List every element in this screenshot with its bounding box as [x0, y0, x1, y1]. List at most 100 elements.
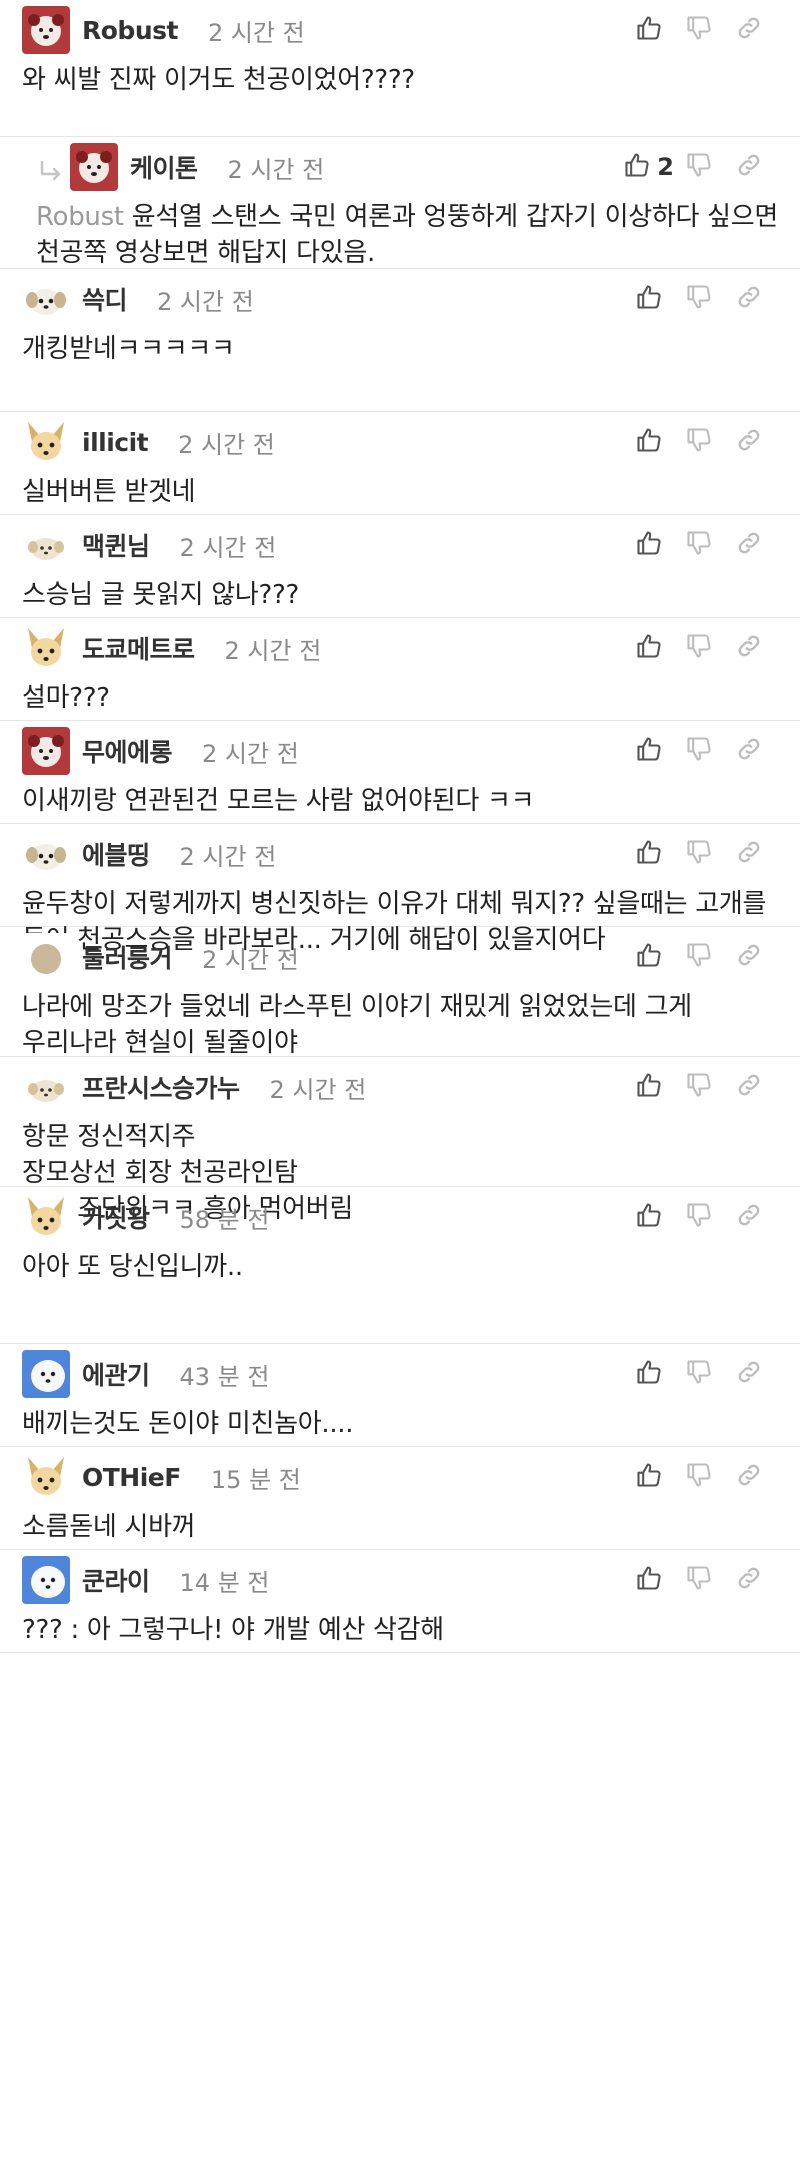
comment-nickname[interactable]: 쓱디: [82, 281, 128, 317]
like-button[interactable]: [624, 1352, 674, 1396]
comment-actions: [624, 824, 774, 884]
thumbs-up-icon: [635, 283, 663, 315]
avatar-puppy-icon[interactable]: [22, 275, 70, 323]
like-button[interactable]: [624, 420, 674, 464]
comment-nickname[interactable]: 툴러룽거: [82, 939, 173, 975]
share-link-button[interactable]: [724, 626, 774, 670]
dislike-button[interactable]: [674, 420, 724, 464]
share-link-button[interactable]: [724, 145, 774, 189]
like-button[interactable]: [624, 729, 674, 773]
comment-nickname[interactable]: 프란시스승가누: [82, 1069, 240, 1105]
comment-header: 맥퀸님 2 시간 전: [22, 515, 778, 575]
avatar-red-dog-icon[interactable]: [22, 727, 70, 775]
thumbs-down-icon: [685, 1461, 713, 1493]
like-button[interactable]: [624, 8, 674, 52]
like-button[interactable]: [624, 1065, 674, 1109]
like-button[interactable]: [624, 935, 674, 979]
share-link-button[interactable]: [724, 729, 774, 773]
comment-nickname[interactable]: 케이톤: [130, 149, 198, 185]
thumbs-up-icon: [635, 941, 663, 973]
dislike-button[interactable]: [674, 1455, 724, 1499]
comment-nickname[interactable]: 도쿄메트로: [82, 630, 195, 666]
like-button[interactable]: [624, 523, 674, 567]
comment-text: 설마???: [22, 683, 110, 713]
dislike-button[interactable]: [674, 8, 724, 52]
comment-actions: 2: [623, 137, 774, 197]
share-link-button[interactable]: [724, 8, 774, 52]
link-icon: [735, 283, 763, 315]
avatar-fox-dog-icon[interactable]: [22, 624, 70, 672]
avatar-circle-icon[interactable]: [22, 933, 70, 981]
thumbs-down-icon: [685, 632, 713, 664]
share-link-button[interactable]: [724, 935, 774, 979]
avatar-white-dog-icon[interactable]: [22, 1556, 70, 1604]
like-button[interactable]: 2: [623, 145, 674, 189]
comment-nickname[interactable]: 카짓왕: [82, 1199, 150, 1235]
thumbs-up-icon: [635, 529, 663, 561]
thumbs-down-icon: [685, 735, 713, 767]
share-link-button[interactable]: [724, 277, 774, 321]
dislike-button[interactable]: [674, 1352, 724, 1396]
like-button[interactable]: [624, 1195, 674, 1239]
dislike-button[interactable]: [674, 935, 724, 979]
avatar-small-puppy-icon[interactable]: [22, 521, 70, 569]
comment-nickname[interactable]: 에관기: [82, 1356, 150, 1392]
dislike-button[interactable]: [674, 277, 724, 321]
avatar-fox-dog-icon[interactable]: [22, 1193, 70, 1241]
share-link-button[interactable]: [724, 1455, 774, 1499]
thumbs-up-icon: [635, 1071, 663, 1103]
comment-header: 프란시스승가누 2 시간 전: [22, 1057, 778, 1117]
comment-nickname[interactable]: 쿤라이: [82, 1562, 150, 1598]
dislike-button[interactable]: [674, 626, 724, 670]
comment-time: 2 시간 전: [224, 636, 322, 665]
dislike-button[interactable]: [674, 729, 724, 773]
dislike-button[interactable]: [674, 1195, 724, 1239]
dislike-button[interactable]: [674, 832, 724, 876]
dislike-button[interactable]: [674, 1558, 724, 1602]
avatar-puppy-icon[interactable]: [22, 830, 70, 878]
comment-nickname[interactable]: 에블띵: [82, 836, 150, 872]
thumbs-up-icon: [635, 838, 663, 870]
comment-nickname[interactable]: Robust: [82, 16, 178, 45]
comment-time: 2 시간 전: [227, 155, 325, 184]
comment-text: 스승님 글 못읽지 않나???: [22, 580, 299, 610]
share-link-button[interactable]: [724, 1065, 774, 1109]
comment-header: 쓱디 2 시간 전: [22, 269, 778, 329]
comment-item: Robust 2 시간 전와 씨발 진짜 이거도 천공이었어????: [0, 0, 800, 137]
comment-header: OTHieF 15 분 전: [22, 1447, 778, 1507]
dislike-button[interactable]: [674, 1065, 724, 1109]
comment-nickname[interactable]: OTHieF: [82, 1463, 181, 1492]
like-button[interactable]: [624, 277, 674, 321]
avatar-fox-dog-icon[interactable]: [22, 1453, 70, 1501]
comment-item: 에관기 43 분 전 배끼는것도 돈이야 미친놈아....: [0, 1344, 800, 1447]
share-link-button[interactable]: [724, 1195, 774, 1239]
avatar-fox-dog-icon[interactable]: [22, 418, 70, 466]
link-icon: [735, 838, 763, 870]
comment-item: 쓱디 2 시간 전 개킹받네ㅋㅋㅋㅋㅋ: [0, 269, 800, 412]
avatar-red-dog-icon[interactable]: [70, 143, 118, 191]
share-link-button[interactable]: [724, 832, 774, 876]
comment-item: 에블띵 2 시간 전 윤두창이 저렇게까지 병신짓하는 이유가 대체 뭐지?? 싶을…: [0, 824, 800, 955]
share-link-button[interactable]: [724, 523, 774, 567]
comment-nickname[interactable]: 무에에롱: [82, 733, 173, 769]
thumbs-down-icon: [685, 426, 713, 458]
share-link-button[interactable]: [724, 420, 774, 464]
avatar-small-puppy-icon[interactable]: [22, 1063, 70, 1111]
like-button[interactable]: [624, 832, 674, 876]
share-link-button[interactable]: [724, 1558, 774, 1602]
like-button[interactable]: [624, 626, 674, 670]
dislike-button[interactable]: [674, 145, 724, 189]
share-link-button[interactable]: [724, 1352, 774, 1396]
like-button[interactable]: [624, 1455, 674, 1499]
dislike-button[interactable]: [674, 523, 724, 567]
comment-nickname[interactable]: illicit: [82, 428, 149, 457]
comment-item: 도쿄메트로 2 시간 전설마???: [0, 618, 800, 721]
reply-mention[interactable]: Robust: [36, 202, 124, 232]
avatar-red-dog-icon[interactable]: [22, 6, 70, 54]
comment-body: 아아 또 당신입니까..: [22, 1247, 778, 1305]
like-button[interactable]: [624, 1558, 674, 1602]
thumbs-up-icon: [635, 632, 663, 664]
avatar-white-dog-icon[interactable]: [22, 1350, 70, 1398]
thumbs-down-icon: [685, 151, 713, 183]
comment-nickname[interactable]: 맥퀸님: [82, 527, 150, 563]
